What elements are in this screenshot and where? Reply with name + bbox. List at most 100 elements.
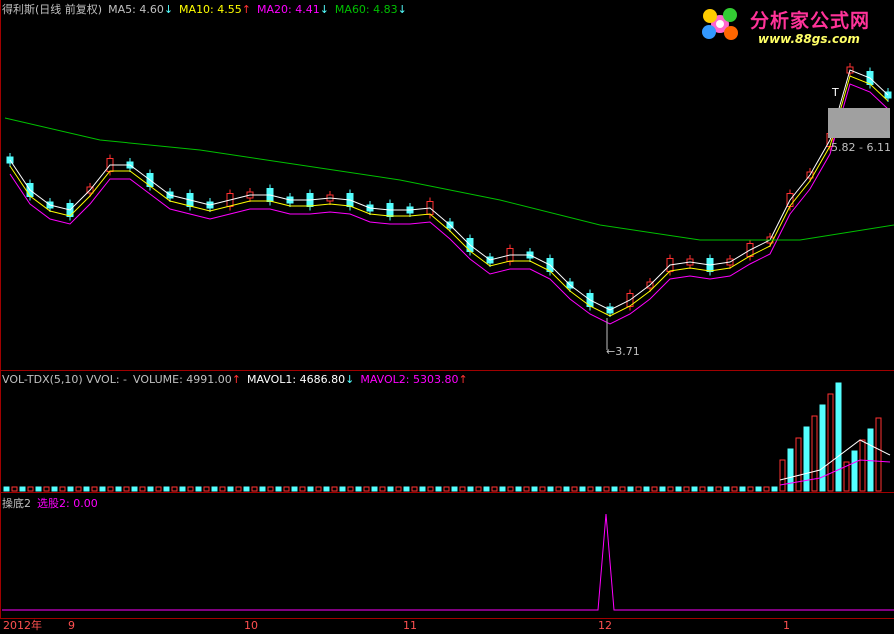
volume-bar	[427, 486, 434, 492]
volume-bar	[219, 486, 226, 492]
volume-bar	[59, 486, 66, 492]
volume-bar	[539, 486, 546, 492]
axis-tick-10: 10	[244, 619, 258, 632]
volume-bar	[635, 486, 642, 492]
volume-bar	[731, 486, 738, 492]
range-highlight-box	[828, 108, 890, 138]
volume-bar	[307, 486, 314, 492]
volume-bar	[587, 486, 594, 492]
volume-bar	[459, 486, 466, 492]
volume-bar	[315, 486, 322, 492]
volume-bar	[851, 450, 858, 492]
volume-value: VOLUME: 4991.00↑	[133, 373, 241, 386]
price-chart[interactable]	[0, 0, 894, 618]
volume-bar	[715, 486, 722, 492]
volume-bar	[107, 486, 114, 492]
volume-bar	[379, 486, 386, 492]
volume-bar	[787, 448, 794, 492]
volume-bar	[171, 486, 178, 492]
volume-bar	[491, 486, 498, 492]
volume-bar	[403, 486, 410, 492]
volume-bar	[699, 486, 706, 492]
volume-bar	[131, 486, 138, 492]
volume-bar	[243, 486, 250, 492]
volume-bar	[27, 486, 34, 492]
ma20-line	[9, 83, 889, 325]
volume-bar	[435, 486, 442, 492]
volume-bar	[179, 486, 186, 492]
volume-bar	[275, 486, 282, 492]
volume-bar	[643, 486, 650, 492]
volume-bar	[299, 486, 306, 492]
volume-bar	[755, 486, 762, 492]
volume-bar	[675, 486, 682, 492]
volume-bar	[555, 486, 562, 492]
volume-indicator-label: VOL-TDX(5,10) VVOL: -	[2, 373, 127, 386]
volume-bar	[691, 486, 698, 492]
volume-bar	[467, 486, 474, 492]
volume-bar	[571, 486, 578, 492]
volume-bar	[411, 486, 418, 492]
volume-bar	[187, 486, 194, 492]
volume-bar	[355, 486, 362, 492]
volume-bar	[323, 486, 330, 492]
axis-tick-11: 11	[403, 619, 417, 632]
volume-bar	[51, 486, 58, 492]
ma10-line	[9, 75, 889, 317]
volume-bar	[803, 426, 810, 492]
volume-bar	[99, 486, 106, 492]
volume-bar	[115, 486, 122, 492]
volume-bar	[683, 486, 690, 492]
volume-bar	[515, 486, 522, 492]
volume-bar	[363, 486, 370, 492]
indicator-name: 操底2	[2, 497, 31, 510]
volume-bar	[139, 486, 146, 492]
axis-tick-1: 1	[783, 619, 790, 632]
volume-bar	[43, 486, 50, 492]
volume-bar	[451, 486, 458, 492]
volume-bar	[259, 486, 266, 492]
volume-bar	[283, 486, 290, 492]
volume-bar	[627, 486, 634, 492]
volume-bar	[291, 486, 298, 492]
volume-bar	[203, 486, 210, 492]
volume-bar	[651, 486, 658, 492]
volume-bar	[603, 486, 610, 492]
mavol1-value: MAVOL1: 4686.80↓	[247, 373, 355, 386]
volume-bar	[83, 486, 90, 492]
volume-bar	[763, 486, 770, 492]
volume-bar	[419, 486, 426, 492]
volume-bar	[147, 486, 154, 492]
indicator-value: 选股2: 0.00	[37, 497, 98, 510]
volume-bar	[563, 486, 570, 492]
volume-bar	[859, 439, 866, 492]
volume-bar	[11, 486, 18, 492]
indicator-signal-line	[2, 513, 894, 611]
time-axis	[0, 618, 894, 634]
volume-bar	[395, 486, 402, 492]
volume-bar	[67, 486, 74, 492]
volume-bar	[723, 486, 730, 492]
volume-bar	[771, 486, 778, 492]
volume-bar	[35, 486, 42, 492]
mavol2-value: MAVOL2: 5303.80↑	[360, 373, 468, 386]
volume-bar	[611, 486, 618, 492]
volume-bar	[739, 486, 746, 492]
volume-bar	[827, 393, 834, 492]
volume-bar	[75, 486, 82, 492]
volume-bar	[123, 486, 130, 492]
volume-bar	[267, 486, 274, 492]
indicator-panel-header: 操底2 选股2: 0.00	[2, 497, 98, 510]
range-label: 5.82 - 6.11	[831, 141, 891, 154]
volume-bar	[523, 486, 530, 492]
volume-bar	[251, 486, 258, 492]
volume-bar	[387, 486, 394, 492]
low-price-marker: ←3.71	[606, 345, 640, 358]
volume-bar	[579, 486, 586, 492]
volume-bar	[779, 459, 786, 492]
volume-bar	[91, 486, 98, 492]
volume-bar	[331, 486, 338, 492]
volume-bar	[339, 486, 346, 492]
volume-bar	[155, 486, 162, 492]
volume-bar	[499, 486, 506, 492]
